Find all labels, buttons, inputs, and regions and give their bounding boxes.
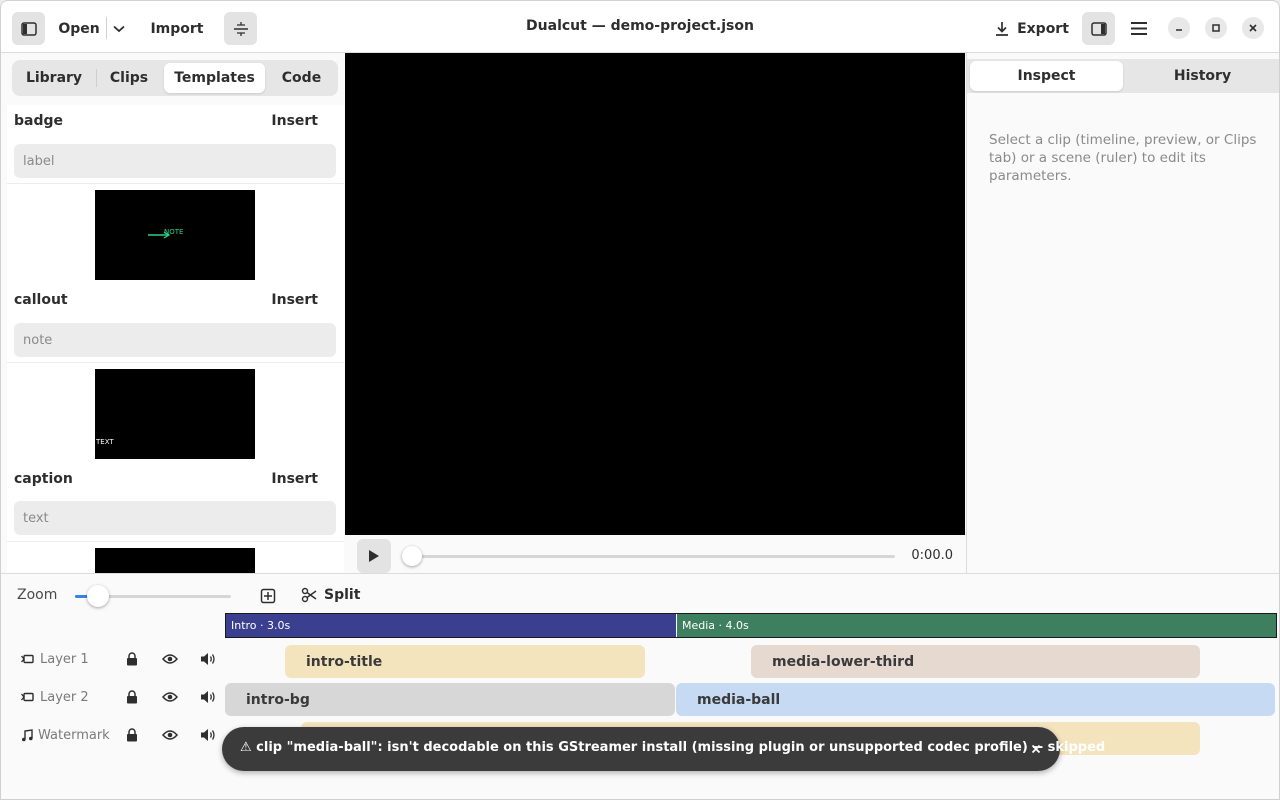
maximize-icon (1212, 24, 1220, 32)
seek-handle[interactable] (402, 546, 422, 566)
lock-track-button[interactable] (122, 725, 142, 745)
speaker-icon (201, 729, 215, 741)
eye-icon (162, 730, 178, 740)
maximize-button[interactable] (1205, 17, 1227, 39)
template-name: badge (14, 113, 64, 129)
track-header-layer-2: Layer 2 (21, 685, 89, 709)
template-list: badge Insert label NOTE callout Insert n… (7, 105, 344, 573)
split-button[interactable]: Split (301, 582, 360, 608)
mute-toggle-button[interactable] (198, 649, 218, 669)
mute-toggle-button[interactable] (198, 687, 218, 707)
lock-track-button[interactable] (122, 687, 142, 707)
insert-button[interactable]: Insert (271, 292, 318, 308)
inspector-toggle-button[interactable] (1082, 12, 1115, 45)
divider (7, 183, 344, 184)
visibility-toggle-button[interactable] (160, 687, 180, 707)
main-menu-button[interactable] (1122, 12, 1155, 45)
close-icon (1249, 24, 1257, 32)
tab-templates[interactable]: Templates (164, 63, 265, 93)
clip-media-ball[interactable]: media-ball (676, 683, 1275, 716)
divider (7, 362, 344, 363)
fit-timeline-button[interactable] (257, 585, 279, 607)
track-label: Watermark (38, 727, 110, 743)
template-thumbnail: TEXT (95, 369, 255, 459)
scissors-icon (301, 587, 317, 603)
template-text-field[interactable]: label (14, 144, 336, 178)
clip-media-lower-third[interactable]: media-lower-third (751, 645, 1200, 678)
error-toast: ⚠ clip "media-ball": isn't decodable on … (222, 727, 1105, 771)
scene-ruler[interactable]: Intro · 3.0s Media · 4.0s (225, 613, 1277, 638)
template-thumbnail (95, 548, 255, 573)
track-label: Layer 1 (40, 651, 89, 667)
toast-message: ⚠ clip "media-ball": isn't decodable on … (240, 740, 1106, 755)
inspector-hint: Select a clip (timeline, preview, or Cli… (989, 132, 1257, 184)
video-track-icon (21, 654, 34, 664)
mute-toggle-button[interactable] (198, 725, 218, 745)
header-bar: Open Import Dualcut — demo-project.json … (1, 1, 1279, 53)
tab-clips[interactable]: Clips (98, 63, 160, 93)
clip-intro-title[interactable]: intro-title (285, 645, 645, 678)
export-label: Export (1017, 20, 1069, 37)
tab-separator (96, 69, 97, 87)
tab-inspect[interactable]: Inspect (970, 61, 1123, 91)
lock-track-button[interactable] (122, 649, 142, 669)
fit-to-window-icon (260, 588, 276, 604)
play-icon (369, 550, 379, 562)
tab-library[interactable]: Library (15, 63, 93, 93)
template-name: caption (14, 471, 73, 487)
eye-icon (162, 692, 178, 702)
lock-icon (127, 652, 137, 666)
insert-button[interactable]: Insert (271, 471, 318, 487)
thumbnail-text: NOTE (164, 228, 184, 236)
scene-intro[interactable]: Intro · 3.0s (226, 614, 676, 637)
left-panel: Library Clips Templates Code badge Inser… (1, 53, 344, 573)
template-text-field[interactable]: text (14, 501, 336, 535)
template-name: callout (14, 292, 68, 308)
lock-icon (127, 690, 137, 704)
video-track-icon (21, 692, 34, 702)
eye-icon (162, 654, 178, 664)
dismiss-toast-button[interactable] (1026, 739, 1046, 759)
music-note-icon (22, 728, 33, 741)
download-icon (996, 22, 1009, 36)
export-button[interactable]: Export (993, 12, 1071, 45)
scene-media[interactable]: Media · 4.0s (677, 614, 1276, 637)
track-header-layer-1: Layer 1 (21, 647, 89, 671)
timecode: 0:00.0 (911, 548, 953, 563)
right-panel-icon (1090, 21, 1107, 36)
minimize-icon (1176, 29, 1182, 31)
zoom-label: Zoom (17, 587, 58, 603)
close-icon (1031, 744, 1041, 754)
template-thumbnail: NOTE (95, 190, 255, 280)
tab-code[interactable]: Code (268, 63, 335, 93)
template-text-field[interactable]: note (14, 323, 336, 357)
hamburger-menu-icon (1130, 22, 1147, 35)
seek-track[interactable] (412, 555, 895, 558)
track-header-watermark: Watermark (21, 723, 110, 747)
speaker-icon (201, 691, 215, 703)
play-button[interactable] (357, 539, 391, 573)
visibility-toggle-button[interactable] (160, 725, 180, 745)
insert-button[interactable]: Insert (271, 113, 318, 129)
minimize-button[interactable] (1168, 17, 1190, 39)
app-window: Open Import Dualcut — demo-project.json … (0, 0, 1280, 800)
inspector-panel: Inspect History Select a clip (timeline,… (966, 53, 1279, 573)
inspector-tabbar: Inspect History (967, 59, 1279, 93)
divider (7, 541, 344, 542)
speaker-icon (201, 653, 215, 665)
close-window-button[interactable] (1242, 17, 1264, 39)
left-tabbar: Library Clips Templates Code (12, 60, 338, 96)
clip-intro-bg[interactable]: intro-bg (225, 683, 675, 716)
video-preview[interactable] (345, 53, 965, 535)
transport-bar: 0:00.0 (345, 535, 965, 573)
tab-history[interactable]: History (1126, 61, 1279, 91)
visibility-toggle-button[interactable] (160, 649, 180, 669)
split-label: Split (324, 587, 361, 603)
thumbnail-text: TEXT (96, 438, 114, 446)
track-label: Layer 2 (40, 689, 89, 705)
lock-icon (127, 728, 137, 742)
zoom-slider-handle[interactable] (87, 585, 109, 607)
